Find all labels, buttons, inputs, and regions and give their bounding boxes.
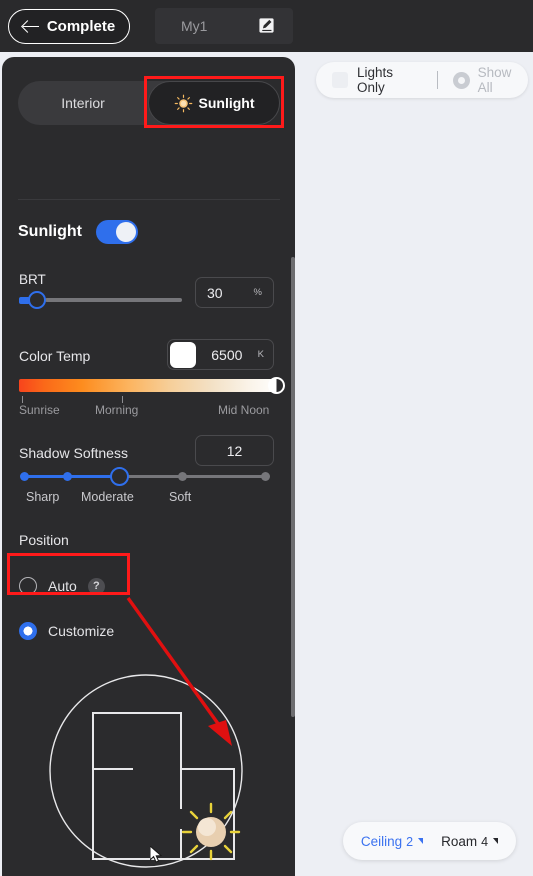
shadow-softness-label: Shadow Softness [19,445,128,461]
brightness-slider-handle[interactable] [28,291,46,309]
color-temp-label: Color Temp [19,348,91,364]
panel-scrollbar[interactable] [291,257,295,717]
shadow-softness-step-1[interactable] [20,472,29,481]
color-temp-tick [122,396,123,403]
shadow-softness-slider-handle[interactable] [110,467,129,486]
shadow-softness-step-2[interactable] [63,472,72,481]
position-option-customize[interactable]: Customize [19,622,114,640]
back-arrow-icon [22,20,40,34]
sun-marker-icon [181,802,241,861]
sunlight-toggle-switch[interactable] [95,220,138,244]
sunlight-toggle-row: Sunlight [18,220,138,244]
chevron-down-icon[interactable] [493,838,499,844]
shadow-softness-step-4[interactable] [178,472,187,481]
layer-roam[interactable]: Roam 4 [441,833,499,849]
pill-divider [436,71,438,89]
color-temp-scale-morning: Morning [95,403,139,417]
lights-filter-pill: Lights Only Show All [316,62,528,98]
tab-sunlight[interactable]: Sunlight [148,81,280,125]
shadow-softness-value-field[interactable]: 12 [195,435,274,466]
shadow-softness-step-5[interactable] [261,472,270,481]
position-section-label: Position [19,532,69,548]
top-bar: Complete My1 [0,0,533,52]
layer-roam-count: 4 [481,834,489,849]
brightness-unit: % [253,287,262,298]
radio-customize[interactable] [19,622,37,640]
layer-ceiling[interactable]: Ceiling 2 [360,833,424,849]
color-temp-unit: K [257,349,264,360]
eye-circle-icon[interactable] [452,71,470,89]
sunlight-toggle-label: Sunlight [18,223,82,240]
document-tab[interactable]: My1 [155,8,293,44]
show-all-label[interactable]: Show All [478,65,528,95]
layer-roam-label: Roam [441,833,478,849]
shadow-softness-scale-sharp: Sharp [26,490,60,504]
color-temp-scale-sunrise: Sunrise [19,403,60,417]
lights-only-checkbox[interactable] [332,72,348,88]
position-option-auto[interactable]: Auto ? [19,577,105,595]
panel-divider [18,199,280,200]
position-option-auto-label: Auto [48,578,77,594]
brightness-value-field[interactable]: 30 % [195,277,274,308]
complete-button-label: Complete [46,18,116,35]
document-name: My1 [181,18,208,34]
toggle-knob [115,222,136,242]
color-temp-tick [22,396,23,403]
layer-ceiling-label: Ceiling [360,833,403,849]
brightness-value: 30 [207,284,223,301]
sun-icon [174,94,192,112]
color-temp-scale-midnoon: Mid Noon [218,403,270,417]
shadow-softness-scale-soft: Soft [169,490,192,504]
chevron-down-icon[interactable] [418,838,424,844]
brightness-label: BRT [19,272,46,287]
position-option-customize-label: Customize [48,623,115,639]
edit-pencil-icon[interactable] [258,17,275,34]
layer-ceiling-count: 2 [406,834,414,849]
tab-sunlight-label: Sunlight [198,95,255,111]
tab-interior[interactable]: Interior [18,81,148,125]
tab-interior-label: Interior [61,95,105,111]
lights-only-label[interactable]: Lights Only [357,65,423,95]
shadow-softness-value: 12 [226,442,243,459]
question-mark-icon[interactable]: ? [87,577,105,595]
layer-filter-bar: Ceiling 2 Roam 4 [343,822,516,860]
shadow-softness-scale-moderate: Moderate [81,490,134,504]
sun-position-diagram[interactable] [38,669,258,876]
color-temp-value: 6500 [211,346,243,363]
app-root: Complete My1 Interior Sunlight Sunlight … [0,0,533,876]
brightness-slider-track[interactable] [45,298,182,302]
sunlight-settings-panel: Interior Sunlight Sunlight BRT 30 % Colo… [2,57,295,876]
color-temp-gradient-slider[interactable] [19,379,280,392]
color-temp-slider-handle[interactable] [268,377,285,394]
color-temp-swatch[interactable] [170,341,196,368]
lighting-mode-tabs: Interior Sunlight [18,81,280,125]
color-temp-value-field[interactable]: 6500 K [167,339,274,370]
complete-button[interactable]: Complete [8,9,130,44]
radio-auto[interactable] [19,577,37,595]
